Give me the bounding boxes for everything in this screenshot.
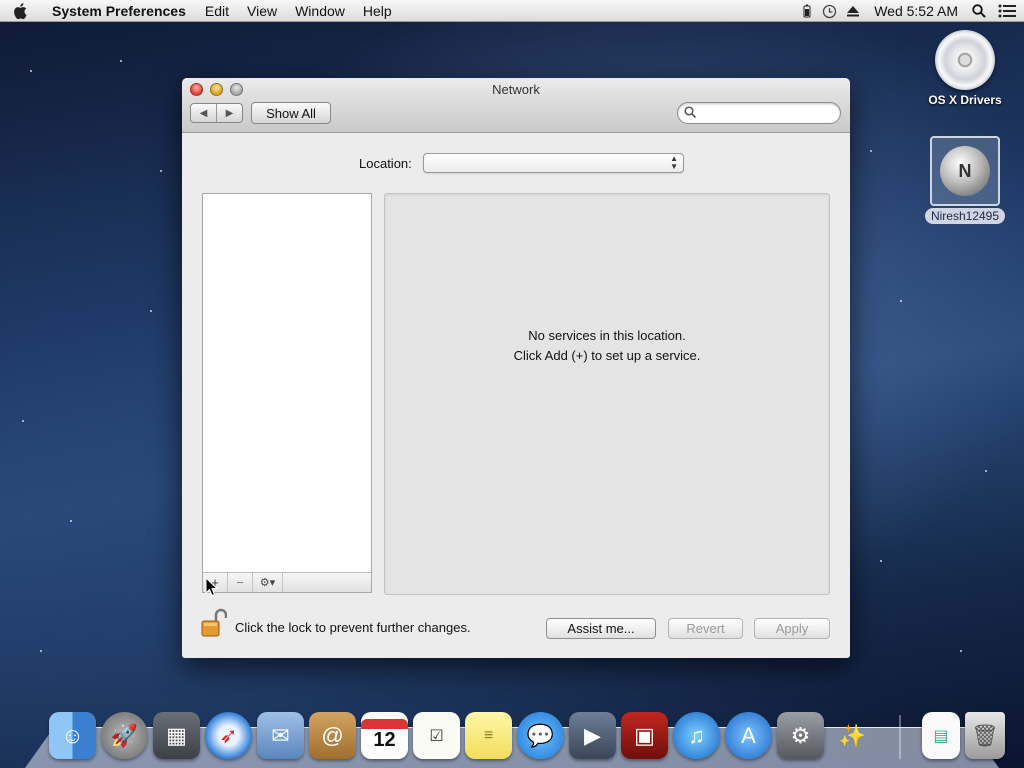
empty-state-message: No services in this location. Click Add … xyxy=(385,326,829,366)
menu-window[interactable]: Window xyxy=(286,3,354,19)
trash-icon[interactable]: 🗑 xyxy=(965,712,1005,759)
wizard-icon[interactable]: ✨ xyxy=(829,712,876,759)
apple-menu-icon[interactable] xyxy=(0,2,42,20)
apply-button[interactable]: Apply xyxy=(754,618,830,639)
empty-message-line1: No services in this location. xyxy=(528,328,686,343)
back-arrow-icon[interactable]: ◀ xyxy=(191,104,216,122)
revert-button[interactable]: Revert xyxy=(668,618,743,639)
menu-extras: Wed 5:52 AM xyxy=(796,0,1024,22)
location-popup[interactable]: ▲ ▼ xyxy=(423,153,684,173)
menu-bar: System Preferences Edit View Window Help… xyxy=(0,0,1024,22)
show-all-button[interactable]: Show All xyxy=(251,102,331,124)
empty-message-line2: Click Add (+) to set up a service. xyxy=(513,348,701,363)
calendar-day: 12 xyxy=(373,729,396,751)
document-icon[interactable]: ▤ xyxy=(922,712,960,759)
notification-center-icon[interactable] xyxy=(990,0,1024,22)
app-store-icon[interactable]: A xyxy=(725,712,772,759)
location-label: Location: xyxy=(359,156,412,171)
assist-me-button[interactable]: Assist me... xyxy=(546,618,656,639)
eject-icon[interactable] xyxy=(840,0,866,22)
launchpad-icon[interactable]: 🚀 xyxy=(101,712,148,759)
menu-app-name[interactable]: System Preferences xyxy=(42,3,196,19)
unlocked-lock-icon[interactable] xyxy=(201,608,227,638)
desktop-icon-label: OS X Drivers xyxy=(928,93,1002,107)
notes-icon[interactable]: ≡ xyxy=(465,712,512,759)
itunes-icon[interactable]: ♫ xyxy=(673,712,720,759)
desktop-icon-niresh[interactable]: N Niresh12495 xyxy=(915,136,1015,224)
clock[interactable]: Wed 5:52 AM xyxy=(866,3,968,19)
dock-separator xyxy=(899,715,901,759)
hard-drive-icon: N xyxy=(940,146,990,196)
desktop-icon-label: Niresh12495 xyxy=(924,208,1006,224)
menu-view[interactable]: View xyxy=(238,3,286,19)
system-preferences-icon[interactable]: ⚙ xyxy=(777,712,824,759)
service-detail-pane: No services in this location. Click Add … xyxy=(384,193,830,595)
updown-chevron-icon: ▲ ▼ xyxy=(670,154,678,171)
cd-disc-icon xyxy=(935,30,995,90)
facetime-icon[interactable]: ▶ xyxy=(569,712,616,759)
messages-icon[interactable]: 💬 xyxy=(517,712,564,759)
window-title: Network xyxy=(492,82,540,97)
lock-status-text: Click the lock to prevent further change… xyxy=(235,620,471,635)
back-forward-control: ◀ ▶ xyxy=(190,103,243,123)
spotlight-icon[interactable] xyxy=(968,0,990,22)
network-preferences-window: Network ◀ ▶ Show All Location: ▲ ▼ + − ⚙▾… xyxy=(182,78,850,658)
battery-icon[interactable] xyxy=(796,0,818,22)
time-machine-icon[interactable] xyxy=(818,0,840,22)
service-list[interactable]: + − ⚙▾ xyxy=(202,193,372,593)
finder-icon[interactable]: ☺ xyxy=(49,712,96,759)
search-field[interactable] xyxy=(677,102,841,124)
drive-icon-frame: N xyxy=(930,136,1000,206)
contacts-icon[interactable]: @ xyxy=(309,712,356,759)
service-list-toolbar: + − ⚙▾ xyxy=(203,572,371,592)
search-input[interactable] xyxy=(700,105,834,121)
safari-icon[interactable]: ➶ xyxy=(205,712,252,759)
dock: ☺ 🚀 ▦ ➶ ✉ @ 12 ☑ ≡ 💬 ▶ ▣ ♫ A ⚙ ✨ ▤ 🗑 xyxy=(49,703,1005,759)
mouse-pointer-icon xyxy=(205,577,219,597)
photo-booth-icon[interactable]: ▣ xyxy=(621,712,668,759)
mail-icon[interactable]: ✉ xyxy=(257,712,304,759)
gear-menu-icon[interactable]: ⚙▾ xyxy=(253,573,283,592)
menu-edit[interactable]: Edit xyxy=(196,3,238,19)
calendar-icon[interactable]: 12 xyxy=(361,712,408,759)
reminders-icon[interactable]: ☑ xyxy=(413,712,460,759)
mission-control-icon[interactable]: ▦ xyxy=(153,712,200,759)
desktop-icon-os-x-drivers[interactable]: OS X Drivers xyxy=(915,30,1015,108)
remove-service-button[interactable]: − xyxy=(228,573,253,592)
window-titlebar[interactable]: Network ◀ ▶ Show All xyxy=(182,78,850,133)
search-icon xyxy=(684,106,697,119)
forward-arrow-icon[interactable]: ▶ xyxy=(216,104,242,122)
menu-help[interactable]: Help xyxy=(354,3,401,19)
